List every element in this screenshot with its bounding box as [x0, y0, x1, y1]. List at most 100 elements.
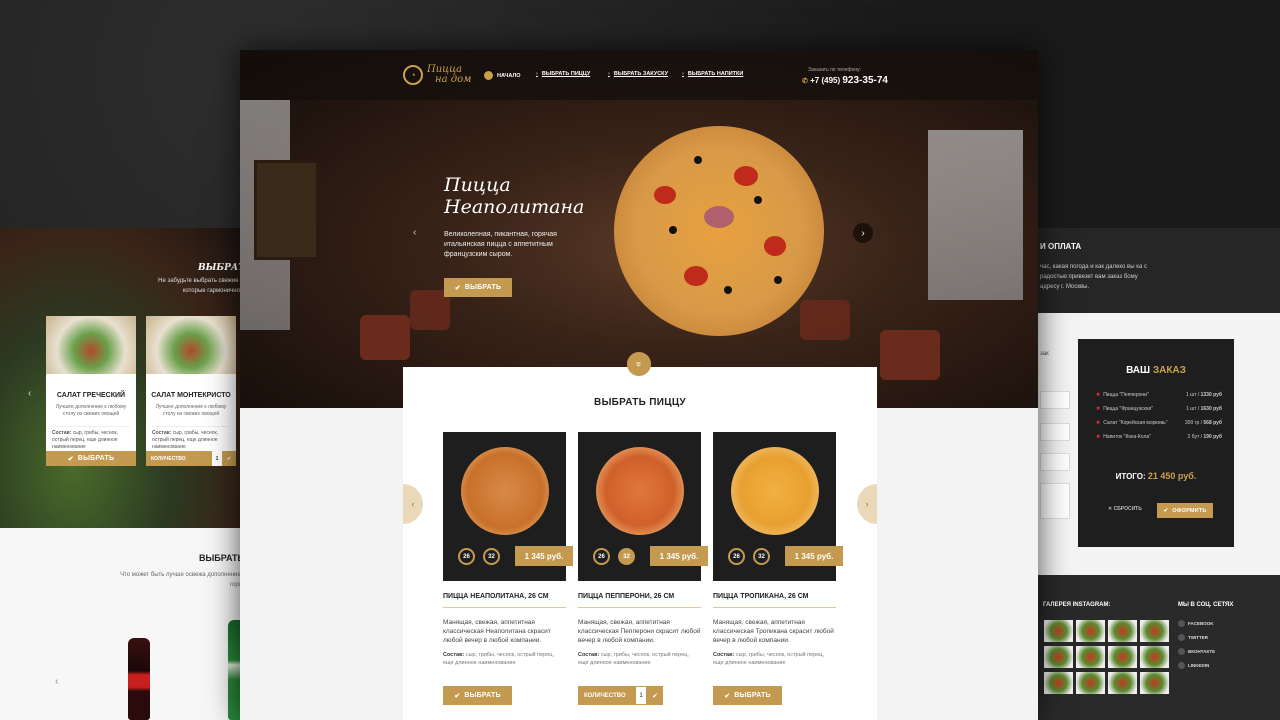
instagram-photo[interactable]	[1076, 646, 1105, 668]
reset-button[interactable]: ✕ СБРОСИТЬ	[1108, 506, 1142, 512]
checkout-button[interactable]: ✔ ОФОРМИТЬ	[1157, 503, 1213, 518]
form-field[interactable]	[1040, 391, 1070, 409]
instagram-photo[interactable]	[1044, 646, 1073, 668]
size-option[interactable]: 32	[483, 548, 500, 565]
instagram-photo[interactable]	[1044, 672, 1073, 694]
order-item: ✖ Напиток "Кока-Кола" 2 бут / 190 руб	[1096, 434, 1222, 440]
delivery-text: час, какая погода и как далеко вы ка с р…	[1040, 264, 1147, 290]
salad-section-subtitle: Не забудьте выбрать свежие закус которые…	[158, 278, 245, 294]
order-title-white: ВАШ	[1126, 365, 1151, 376]
check-icon[interactable]: ✔	[222, 451, 236, 466]
reset-label: СБРОСИТЬ	[1113, 506, 1142, 512]
nav-choose-drinks[interactable]: › ВЫБРАТЬ НАПИТКИ	[682, 71, 743, 77]
salad-card: САЛАТ ГРЕЧЕСКИЙ Лучшее дополнение к любо…	[46, 316, 136, 466]
social-linkedin-link[interactable]: LINKEDIN	[1178, 662, 1209, 669]
order-item-price: 190 руб	[1203, 434, 1222, 440]
hero-select-button[interactable]: ✔ ВЫБРАТЬ	[444, 278, 512, 297]
nav-choose-pizza[interactable]: › ВЫБРАТЬ ПИЦЦУ	[536, 71, 590, 77]
pizza-price: 1 345 руб.	[785, 546, 843, 566]
order-item-name: Пицца "Французская"	[1103, 406, 1154, 412]
remove-icon[interactable]: ✖	[1096, 392, 1100, 398]
salad-quantity-stepper[interactable]: КОЛИЧЕСТВО 1 ✔	[146, 451, 236, 466]
main-page-preview: ◔ Пицца на дом НАЧАЛО › ВЫБРАТЬ ПИЦЦУ › ВЫБ…	[240, 50, 1038, 720]
pizza-topping	[684, 266, 708, 286]
form-textarea[interactable]	[1040, 483, 1070, 519]
pizza-topping	[694, 156, 702, 164]
qty-value[interactable]: 1	[212, 451, 222, 466]
nav-choose-snack[interactable]: › ВЫБРАТЬ ЗАКУСКУ	[608, 71, 668, 77]
remove-icon[interactable]: ✖	[1096, 406, 1100, 412]
bg-chair	[880, 330, 940, 380]
instagram-photo[interactable]	[1108, 672, 1137, 694]
hero-button-label: ВЫБРАТЬ	[464, 284, 502, 291]
remove-icon[interactable]: ✖	[1096, 420, 1100, 426]
salad-name: САЛАТ МОНТЕКРИСТО	[151, 392, 231, 399]
salad-select-button[interactable]: ✔ ВЫБРАТЬ	[46, 451, 136, 466]
instagram-photo[interactable]	[1076, 672, 1105, 694]
pizza-name: ПИЦЦА НЕАПОЛИТАНА, 26 СМ	[443, 593, 566, 608]
size-option[interactable]: 26	[458, 548, 475, 565]
pizza-topping	[734, 166, 758, 186]
drinks-section-title: ВЫБРАТЬ	[199, 553, 245, 563]
form-field[interactable]	[1040, 423, 1070, 441]
pizza-quantity-stepper[interactable]: КОЛИЧЕСТВО 1 ✔	[578, 686, 663, 705]
remove-icon[interactable]: ✖	[1096, 434, 1100, 440]
pizza-image-block: 26 32 1 345 руб.	[578, 432, 708, 581]
order-item-name: Пицца "Пепперони"	[1103, 392, 1149, 398]
checkout-label: ОФОРМИТЬ	[1172, 507, 1207, 514]
instagram-photo[interactable]	[1108, 620, 1137, 642]
social-twitter-link[interactable]: TWITTER	[1178, 634, 1208, 641]
salad-comp-label: Состав:	[52, 430, 72, 436]
order-item-price: 1630 руб	[1200, 406, 1222, 412]
hero-prev-arrow-icon[interactable]: ‹	[413, 227, 416, 238]
form-field[interactable]	[1040, 453, 1070, 471]
drinks-prev-arrow-icon[interactable]: ‹	[55, 676, 58, 687]
pizza-select-button[interactable]: ✔ ВЫБРАТЬ	[713, 686, 782, 705]
salad-prev-arrow-icon[interactable]: ‹	[28, 388, 31, 399]
salad-composition: Состав: сыр, грибы, чеснок, острый перец…	[52, 426, 130, 451]
salad-section-preview: ВЫБРАТ Не забудьте выбрать свежие закус …	[0, 228, 245, 720]
instagram-photo[interactable]	[1140, 646, 1169, 668]
nav-label: НАЧАЛО	[497, 72, 521, 79]
scroll-down-icon[interactable]: »	[627, 352, 651, 376]
instagram-photo[interactable]	[1140, 672, 1169, 694]
social-facebook-link[interactable]: FACEBOOK	[1178, 620, 1214, 627]
pizza-select-button[interactable]: ✔ ВЫБРАТЬ	[443, 686, 512, 705]
hero-next-arrow-icon[interactable]: ›	[853, 223, 873, 243]
instagram-photo[interactable]	[1140, 620, 1169, 642]
pizza-section-title: ВЫБРАТЬ ПИЦЦУ	[594, 397, 686, 408]
hero-title-line2: Неаполитана	[444, 196, 585, 218]
linkedin-icon	[1178, 662, 1185, 669]
social-label: FACEBOOK	[1188, 621, 1214, 626]
hero-pizza-image	[614, 126, 824, 336]
size-option[interactable]: 32	[753, 548, 770, 565]
order-total: ИТОГО: 21 450 руб.	[1078, 471, 1234, 481]
instagram-photo[interactable]	[1108, 646, 1137, 668]
facebook-icon	[1178, 620, 1185, 627]
instagram-photo[interactable]	[1044, 620, 1073, 642]
pizza-comp-label: Состав:	[713, 652, 735, 658]
pizza-comp-label: Состав:	[578, 652, 600, 658]
check-icon[interactable]: ✔	[647, 686, 663, 705]
social-vk-link[interactable]: ВКОНТАКТЕ	[1178, 648, 1215, 655]
order-item: ✖ Пицца "Пепперони" 1 шт / 1330 руб	[1096, 392, 1222, 398]
pizza-image	[461, 447, 549, 535]
social-title: МЫ В СОЦ. СЕТЯХ	[1178, 602, 1234, 608]
size-option[interactable]: 26	[728, 548, 745, 565]
pizza-select-label: ВЫБРАТЬ	[464, 692, 501, 699]
vk-icon	[1178, 648, 1185, 655]
size-option-selected[interactable]: 32	[618, 548, 635, 565]
drinks-section-preview: ВЫБРАТЬ Что может быть лучше освежа допо…	[0, 528, 245, 720]
instagram-photo[interactable]	[1076, 620, 1105, 642]
site-logo[interactable]: ◔ Пицца на дом	[403, 65, 471, 85]
pizza-composition: Состав: сыр, грибы, чеснок, острый перец…	[443, 651, 566, 667]
qty-label: КОЛИЧЕСТВО	[578, 686, 635, 705]
nav-home[interactable]: НАЧАЛО	[484, 71, 521, 80]
size-option[interactable]: 26	[593, 548, 610, 565]
pizza-comp-label: Состав:	[443, 652, 465, 658]
phone-number[interactable]: ✆ +7 (495) 923-35-74	[802, 75, 888, 86]
home-icon	[484, 71, 493, 80]
check-icon: ✔	[1163, 507, 1169, 514]
pizza-topping	[724, 286, 732, 294]
qty-value[interactable]: 1	[635, 686, 647, 705]
